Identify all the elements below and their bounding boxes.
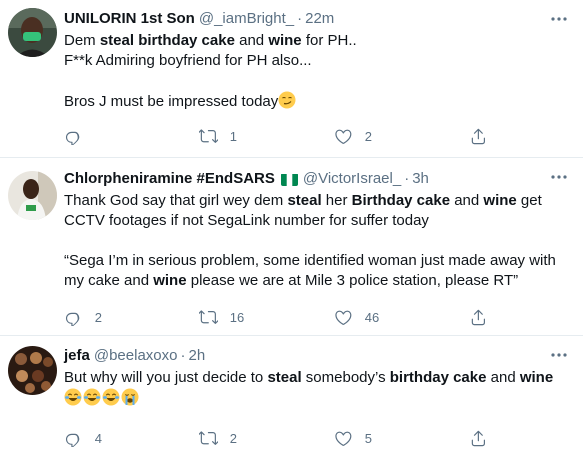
like-count: 5 [364,430,372,446]
like-button[interactable]: 2 [334,126,469,146]
display-name[interactable]: Chlorpheniramine #EndSARS [64,169,275,189]
reply-icon [65,131,80,146]
highlighted-keyword: birthday cake [389,369,487,386]
like-icon [335,129,352,144]
share-button[interactable] [469,307,489,327]
retweet-button[interactable]: 1 [199,126,334,146]
joy-emoji-icon [83,388,101,406]
separator-dot: · [297,10,303,27]
avatar[interactable] [8,171,57,220]
retweet-icon [199,129,218,143]
tweet-text: Thank God say that girl wey dem steal he… [64,192,556,289]
tweet-feed: UNILORIN 1st Son @_iamBright_ · 22m Dem … [0,0,583,460]
reply-count: 2 [94,309,102,325]
reply-button[interactable] [64,126,199,146]
retweet-button[interactable]: 2 [199,428,334,448]
more-icon[interactable] [549,9,569,29]
share-button[interactable] [469,428,489,448]
sob-emoji-icon [121,388,139,406]
timestamp[interactable]: 2h [188,346,205,366]
tweet-actions: 2 16 46 [64,307,489,327]
avatar[interactable] [8,8,57,57]
highlighted-keyword: steal [267,369,302,386]
separator-dot: · [404,170,410,187]
nigeria-flag-icon [280,173,298,186]
share-icon [471,309,485,325]
avatar[interactable] [8,346,57,395]
retweet-icon [199,310,218,324]
more-icon[interactable] [549,345,569,365]
highlighted-keyword: wine [268,32,302,49]
tweet-actions: 1 2 [64,126,489,146]
display-name[interactable]: UNILORIN 1st Son [64,9,195,29]
tweet-text: But why will you just decide to steal so… [64,368,569,409]
timestamp[interactable]: 22m [305,9,334,29]
smirk-emoji-icon [278,91,296,109]
retweet-count: 1 [229,128,237,144]
highlighted-keyword: wine [483,192,517,209]
like-icon [335,310,352,325]
separator-dot: · [180,347,186,364]
display-name[interactable]: jefa [64,346,90,366]
user-handle[interactable]: @VictorIsrael_ [303,169,401,189]
timestamp[interactable]: 3h [412,169,429,189]
reply-count: 4 [94,430,102,446]
more-icon[interactable] [549,167,569,187]
like-icon [335,431,352,446]
tweet[interactable]: UNILORIN 1st Son @_iamBright_ · 22m Dem … [0,0,583,158]
like-count: 46 [364,309,380,325]
retweet-count: 16 [229,309,245,325]
tweet-header: jefa @beelaxoxo · 2h [64,346,569,366]
share-button[interactable] [469,126,489,146]
reply-icon [65,433,80,448]
tweet-actions: 4 2 5 [64,428,489,448]
joy-emoji-icon [102,388,120,406]
like-button[interactable]: 5 [334,428,469,448]
like-button[interactable]: 46 [334,307,469,327]
retweet-button[interactable]: 16 [199,307,334,327]
highlighted-keyword: wine [519,369,554,386]
share-icon [471,430,485,446]
highlighted-keyword: wine [153,272,187,289]
user-handle[interactable]: @beelaxoxo [94,346,178,366]
highlighted-keyword: steal [287,192,322,209]
retweet-count: 2 [229,430,237,446]
highlighted-keyword: steal [99,32,135,49]
retweet-icon [199,431,218,445]
tweet-header: UNILORIN 1st Son @_iamBright_ · 22m [64,9,569,29]
like-count: 2 [364,128,372,144]
highlighted-keyword: Birthday cake [351,192,451,209]
share-icon [471,128,485,144]
tweet-header: Chlorpheniramine #EndSARS @VictorIsrael_… [64,169,569,189]
joy-emoji-icon [64,388,82,406]
user-handle[interactable]: @_iamBright_ [199,9,294,29]
reply-button[interactable]: 4 [64,428,199,448]
reply-icon [65,312,80,327]
highlighted-keyword: birthday cake [138,32,235,49]
reply-button[interactable]: 2 [64,307,199,327]
tweet-text: Dem steal birthday cake and wine for PH.… [64,32,357,110]
